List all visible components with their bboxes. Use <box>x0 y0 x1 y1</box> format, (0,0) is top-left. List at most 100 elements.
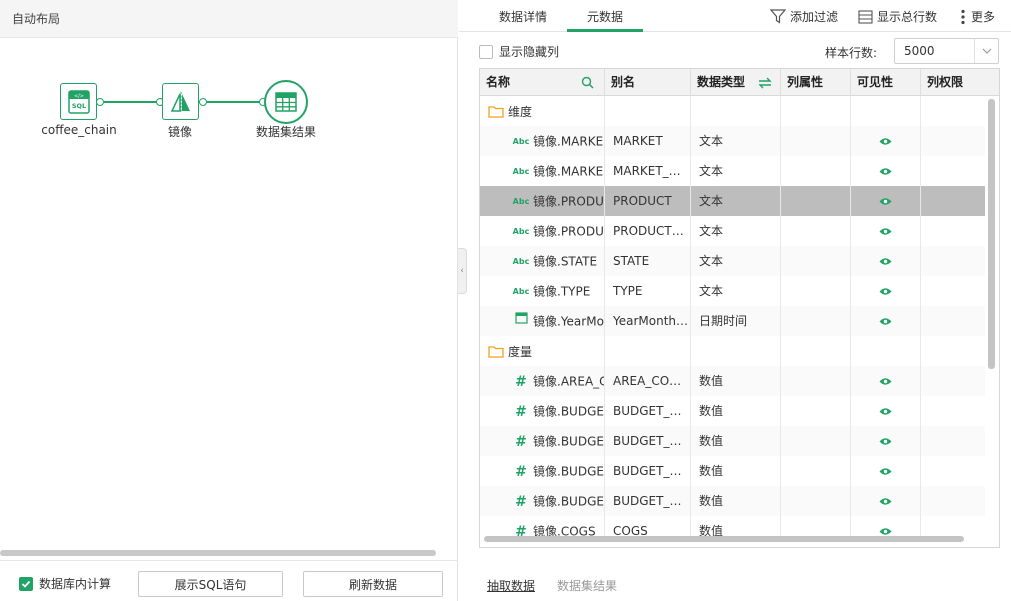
refresh-data-button[interactable]: 刷新数据 <box>303 571 443 597</box>
eye-icon[interactable] <box>879 287 892 296</box>
table-row[interactable]: Abc 镜像.TYPE TYPE 文本 <box>480 276 985 306</box>
node-coffee-chain[interactable]: </> SQL <box>60 83 97 120</box>
eye-icon[interactable] <box>879 227 892 236</box>
table-row[interactable]: Abc 镜像.MARKE MARKET 文本 <box>480 126 985 156</box>
table-row[interactable]: # 镜像.BUDGE BUDGET_… 数值 <box>480 426 985 456</box>
search-icon[interactable] <box>581 76 594 89</box>
cell-alias[interactable]: YearMonth… <box>605 306 691 336</box>
cell-alias[interactable]: AREA_CO… <box>605 366 691 396</box>
chevron-down-icon[interactable] <box>974 39 998 63</box>
sample-rows-select[interactable]: 5000 <box>894 38 999 64</box>
extract-data-link[interactable]: 抽取数据 <box>487 577 535 594</box>
show-sql-button[interactable]: 展示SQL语句 <box>138 571 283 597</box>
eye-icon[interactable] <box>879 437 892 446</box>
group-row[interactable]: 维度 <box>480 96 985 126</box>
table-vertical-scrollbar[interactable] <box>988 99 995 369</box>
eye-icon[interactable] <box>879 497 892 506</box>
db-compute-label: 数据库内计算 <box>39 577 112 591</box>
flow-canvas[interactable]: </> SQL coffee_chain 镜像 数据集结果 <box>0 39 458 549</box>
node-port[interactable] <box>199 98 207 106</box>
cell-data-type: 文本 <box>691 156 781 186</box>
table-row[interactable]: 镜像.YearMo YearMonth… 日期时间 <box>480 306 985 336</box>
cell-alias[interactable]: BUDGET_… <box>605 426 691 456</box>
cell-alias[interactable]: COGS <box>605 516 691 536</box>
cell-alias[interactable]: BUDGET_… <box>605 486 691 516</box>
eye-icon[interactable] <box>879 527 892 536</box>
table-row[interactable]: Abc 镜像.PRODU PRODUCT 文本 <box>480 186 985 216</box>
eye-icon[interactable] <box>879 467 892 476</box>
text-field-icon: Abc <box>512 136 530 146</box>
auto-layout-button[interactable]: 自动布局 <box>12 10 60 27</box>
flow-link <box>104 101 160 103</box>
cell-visibility <box>851 366 921 396</box>
node-mirror[interactable] <box>162 83 199 120</box>
cell-visibility <box>851 456 921 486</box>
db-compute-checkbox[interactable] <box>19 576 33 591</box>
field-name: 镜像.TYPE <box>533 284 591 299</box>
eye-icon[interactable] <box>879 137 892 146</box>
cell-name: # 镜像.BUDGE <box>480 396 605 426</box>
column-header-column-permission[interactable]: 列权限 <box>921 69 999 96</box>
more-button[interactable]: 更多 <box>959 8 995 25</box>
cell-visibility <box>851 426 921 456</box>
node-port[interactable] <box>96 98 104 106</box>
field-name: 镜像.PRODU <box>533 194 604 209</box>
column-header-alias[interactable]: 别名 <box>605 69 691 96</box>
cell-data-type: 文本 <box>691 246 781 276</box>
table-row[interactable]: # 镜像.BUDGE BUDGET_… 数值 <box>480 456 985 486</box>
tab-data-details[interactable]: 数据详情 <box>499 8 547 25</box>
cell-alias[interactable]: BUDGET_… <box>605 456 691 486</box>
cell-alias[interactable]: BUDGET_… <box>605 396 691 426</box>
db-compute-toggle[interactable]: 数据库内计算 <box>19 575 111 592</box>
table-row[interactable]: # 镜像.BUDGE BUDGET_… 数值 <box>480 486 985 516</box>
active-tab-indicator <box>567 29 643 32</box>
cell-alias[interactable]: MARKET <box>605 126 691 156</box>
eye-icon[interactable] <box>879 257 892 266</box>
field-name: 镜像.MARKE <box>533 134 604 149</box>
eye-icon[interactable] <box>879 407 892 416</box>
add-filter-button[interactable]: 添加过滤 <box>770 8 838 25</box>
show-total-rows-button[interactable]: 显示总行数 <box>858 8 937 25</box>
swap-icon[interactable] <box>758 77 772 89</box>
table-row[interactable]: # 镜像.AREA_C AREA_CO… 数值 <box>480 366 985 396</box>
column-header-name[interactable]: 名称 <box>480 69 605 96</box>
cell-column-permission <box>921 186 985 216</box>
show-hidden-columns-checkbox[interactable] <box>479 44 493 59</box>
table-row[interactable]: # 镜像.COGS COGS 数值 <box>480 516 985 536</box>
cell-data-type: 数值 <box>691 426 781 456</box>
group-row[interactable]: 度量 <box>480 336 985 366</box>
canvas-horizontal-scrollbar[interactable] <box>0 550 436 556</box>
bottom-links: 抽取数据 数据集结果 <box>459 575 1011 595</box>
eye-icon[interactable] <box>879 377 892 386</box>
dataset-result-link[interactable]: 数据集结果 <box>557 577 617 594</box>
svg-text:</>: </> <box>73 93 83 99</box>
cell-alias[interactable]: STATE <box>605 246 691 276</box>
cell-alias[interactable]: PRODUCT… <box>605 216 691 246</box>
cell-alias[interactable]: TYPE <box>605 276 691 306</box>
cell-alias[interactable]: MARKET_… <box>605 156 691 186</box>
cell-visibility <box>851 516 921 536</box>
column-header-visibility[interactable]: 可见性 <box>851 69 921 96</box>
cell-column-permission <box>921 486 985 516</box>
eye-icon[interactable] <box>879 197 892 206</box>
table-row[interactable]: Abc 镜像.MARKE MARKET_… 文本 <box>480 156 985 186</box>
number-field-icon: # <box>515 403 527 420</box>
cell-alias[interactable]: PRODUCT <box>605 186 691 216</box>
field-name: 镜像.BUDGE <box>533 464 604 479</box>
table-row[interactable]: Abc 镜像.STATE STATE 文本 <box>480 246 985 276</box>
column-header-data-type[interactable]: 数据类型 <box>691 69 781 96</box>
cell-column-permission <box>921 246 985 276</box>
table-row[interactable]: # 镜像.BUDGE BUDGET_… 数值 <box>480 396 985 426</box>
column-header-column-attr[interactable]: 列属性 <box>781 69 851 96</box>
cell-name: 维度 <box>480 96 605 126</box>
eye-icon[interactable] <box>879 317 892 326</box>
column-header-name-label: 名称 <box>486 75 511 89</box>
eye-icon[interactable] <box>879 167 892 176</box>
node-dataset-result[interactable] <box>264 80 308 124</box>
cell-column-attr <box>781 186 851 216</box>
table-horizontal-scrollbar[interactable] <box>484 536 964 542</box>
show-hidden-columns-toggle[interactable]: 显示隐藏列 <box>479 43 559 60</box>
cell-column-permission <box>921 276 985 306</box>
table-row[interactable]: Abc 镜像.PRODU PRODUCT… 文本 <box>480 216 985 246</box>
tab-metadata[interactable]: 元数据 <box>587 8 623 25</box>
